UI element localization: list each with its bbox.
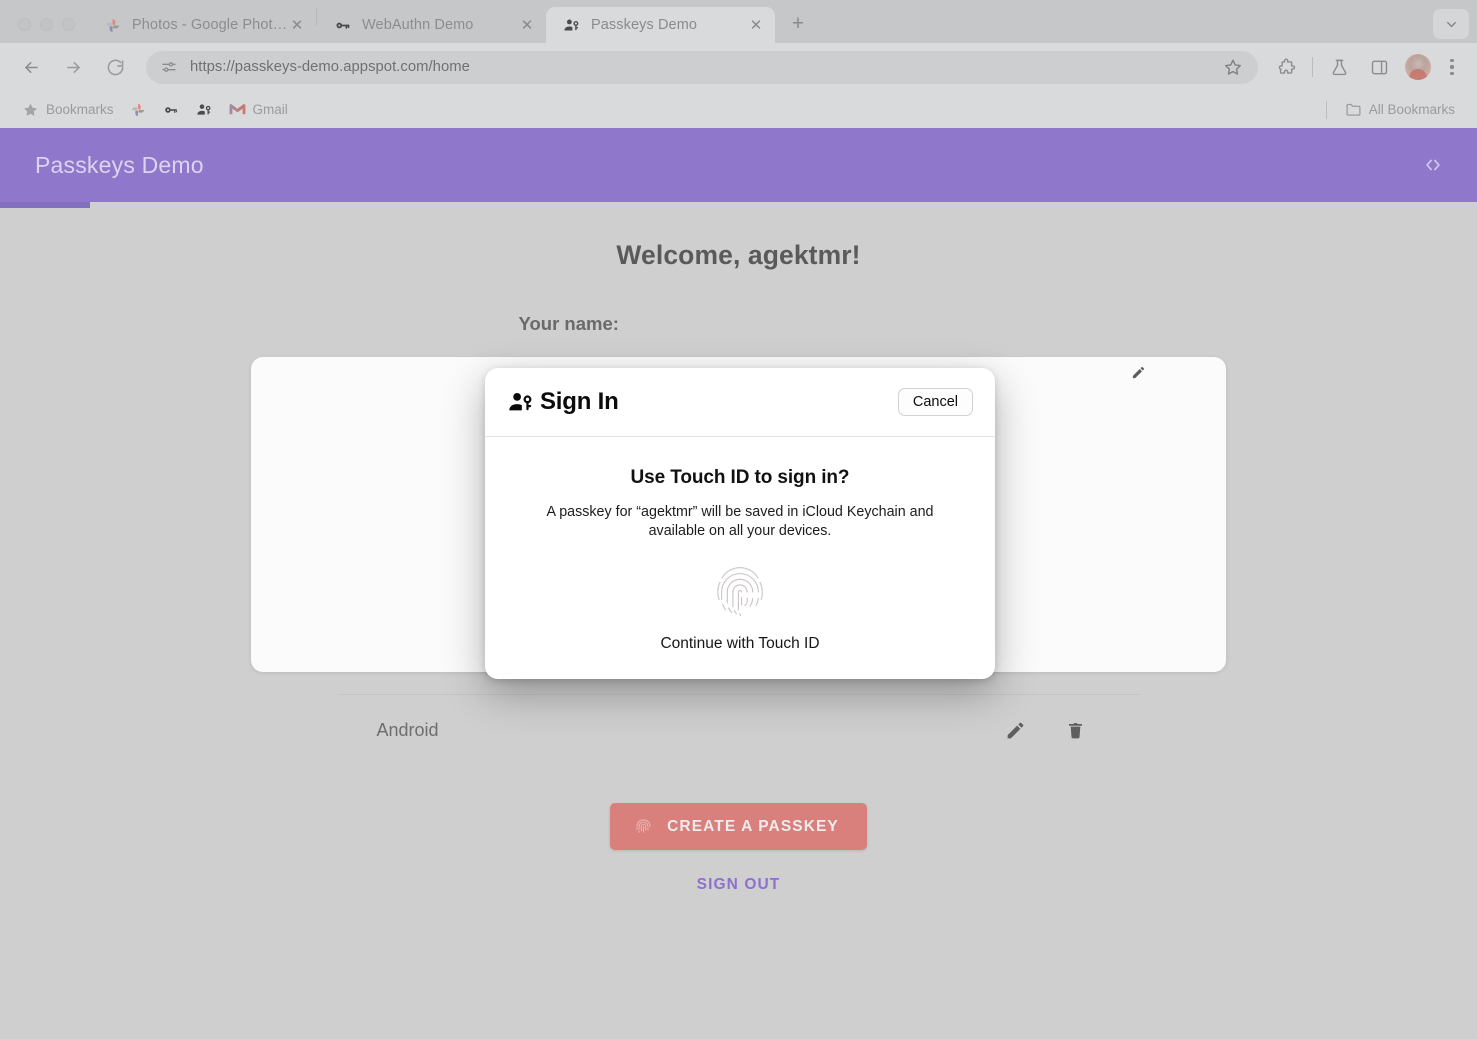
google-photos-icon [130,101,147,118]
side-panel-icon[interactable] [1364,52,1394,82]
tabs-container: Photos - Google Photos ✕ WebAuthn Demo ✕… [87,0,815,43]
tab-passkeys-demo[interactable]: Passkeys Demo ✕ [546,7,775,43]
all-bookmarks-button[interactable]: All Bookmarks [1337,97,1463,123]
site-settings-tune-icon[interactable] [160,58,178,76]
dialog-header: Sign In Cancel [485,368,995,437]
passkey-person-icon [507,389,534,416]
dialog-title: Sign In [540,388,619,415]
toolbar-divider [1312,57,1313,77]
touch-id-caption: Continue with Touch ID [660,635,820,653]
folder-icon [1345,101,1362,118]
cancel-button[interactable]: Cancel [897,388,973,416]
create-passkey-button[interactable]: CREATE A PASSKEY [610,803,867,850]
close-icon[interactable]: ✕ [518,16,536,34]
key-icon [333,16,351,34]
forward-button[interactable] [57,51,89,83]
tab-title: Photos - Google Photos [132,17,288,33]
browser-window: Photos - Google Photos ✕ WebAuthn Demo ✕… [0,0,1477,1039]
app-header: Passkeys Demo [0,128,1477,208]
code-brackets-icon[interactable] [1413,145,1453,185]
page-viewport: Passkeys Demo Welcome, agektmr! Your nam… [0,128,1477,1039]
credential-name: Android [376,719,439,740]
google-photos-icon [103,16,121,34]
browser-chrome: Photos - Google Photos ✕ WebAuthn Demo ✕… [0,0,1477,128]
bookmark-google-photos[interactable] [122,97,155,123]
close-icon[interactable]: ✕ [747,16,765,34]
close-window-button[interactable] [18,18,31,31]
passkey-person-icon [562,16,580,34]
dialog-description: A passkey for “agektmr” will be saved in… [546,504,934,539]
bookmark-webauthn[interactable] [155,97,188,123]
url-text[interactable]: https://passkeys-demo.appspot.com/home [190,59,1218,75]
tab-strip: Photos - Google Photos ✕ WebAuthn Demo ✕… [0,0,1477,43]
bookmark-label: Gmail [252,102,288,117]
chrome-menu-icon[interactable] [1439,52,1465,82]
welcome-heading: Welcome, agektmr! [616,240,861,270]
bookmark-passkeys[interactable] [188,97,221,123]
minimize-window-button[interactable] [40,18,53,31]
credential-row-android: Android [338,694,1139,747]
new-tab-button[interactable]: + [781,7,815,41]
bookmarks-divider [1325,100,1327,119]
tab-title: Passkeys Demo [591,17,698,33]
all-bookmarks-label: All Bookmarks [1368,102,1455,117]
browser-toolbar: https://passkeys-demo.appspot.com/home [0,43,1477,91]
reload-button[interactable] [99,51,131,83]
name-label-row: Your name: [519,271,959,335]
edit-credential-pencil-icon[interactable] [993,713,1039,747]
profile-avatar[interactable] [1405,54,1431,80]
actions: CREATE A PASSKEY SIGN OUT [0,803,1477,894]
bookmarks-folder-item[interactable]: Bookmarks [14,97,122,123]
delete-credential-trash-icon[interactable] [1053,713,1099,747]
bookmark-label: Bookmarks [46,102,114,117]
maximize-window-button[interactable] [62,18,75,31]
dialog-heading: Use Touch ID to sign in? [630,467,850,488]
labs-flask-icon[interactable] [1324,52,1354,82]
sign-out-button[interactable]: SIGN OUT [697,876,781,894]
tab-photos-google-photos[interactable]: Photos - Google Photos ✕ [87,7,316,43]
dialog-header-left: Sign In [507,388,619,416]
touch-id-fingerprint-icon[interactable] [515,562,965,618]
create-passkey-label: CREATE A PASSKEY [667,817,839,835]
pencil-icon[interactable] [1131,365,1146,385]
address-bar[interactable]: https://passkeys-demo.appspot.com/home [146,50,1258,84]
tab-webauthn-demo[interactable]: WebAuthn Demo ✕ [317,7,546,43]
dialog-body: Use Touch ID to sign in? A passkey for “… [485,437,995,679]
passkey-person-icon [196,101,213,118]
window-controls [0,18,87,43]
tab-title: WebAuthn Demo [362,17,474,33]
close-icon[interactable]: ✕ [288,16,306,34]
fingerprint-icon [634,817,653,836]
back-button[interactable] [15,51,47,83]
tab-search-chevron-down-icon[interactable] [1433,9,1469,39]
key-icon [163,101,180,118]
bookmark-star-icon[interactable] [1218,52,1248,82]
gmail-icon [229,101,246,118]
bookmarks-bar: Bookmarks Gmail All Bookmarks [0,91,1477,128]
star-icon [22,101,39,118]
your-name-label: Your name: [518,313,619,334]
page-title: Passkeys Demo [35,151,204,178]
extensions-icon[interactable] [1271,52,1301,82]
sign-in-dialog: Sign In Cancel Use Touch ID to sign in? … [485,368,995,680]
bookmark-gmail[interactable]: Gmail [221,97,296,123]
